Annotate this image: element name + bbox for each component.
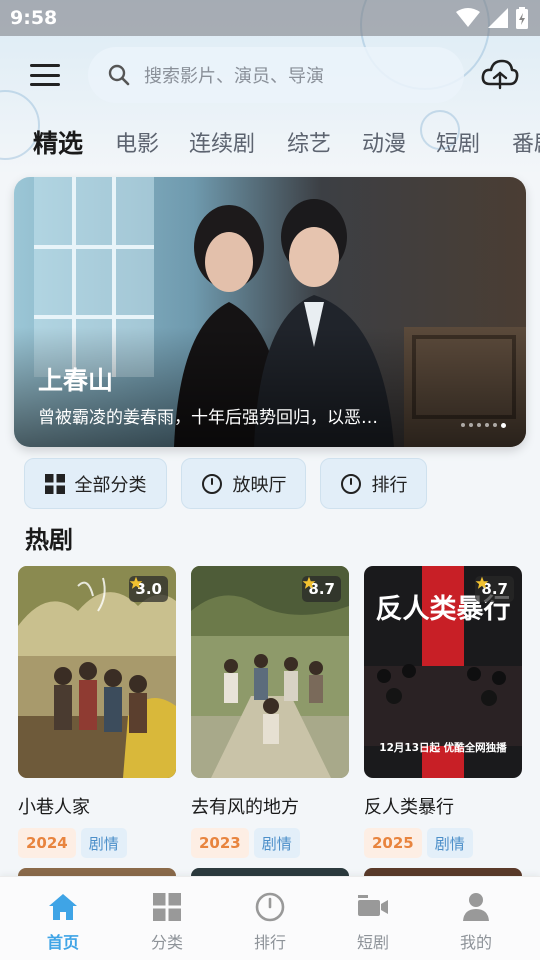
video-icon <box>358 895 388 916</box>
carousel-dot[interactable] <box>477 423 481 427</box>
wifi-icon <box>456 8 480 27</box>
clock-icon <box>255 892 285 922</box>
all-categories-label: 全部分类 <box>74 474 147 496</box>
tab-variety[interactable]: 综艺 <box>287 126 331 158</box>
tab-bangumi[interactable]: 番剧 <box>512 126 540 158</box>
tab-series[interactable]: 连续剧 <box>189 126 255 158</box>
section-title: 热剧 <box>25 526 73 554</box>
cloud-icon <box>481 59 519 90</box>
home-icon <box>49 894 77 920</box>
clock-icon <box>340 473 361 494</box>
drama-card[interactable]: 8.7 去有风的地方 2023 剧情 <box>191 566 349 858</box>
drama-poster[interactable]: 8.7 <box>191 566 349 778</box>
nav-profile[interactable]: 我的 <box>422 877 530 960</box>
rating-badge: 3.0 <box>129 576 168 602</box>
banner-description: 曾被霸凌的姜春雨，十年后强势回归，以恶… <box>38 408 378 428</box>
nav-profile-label: 我的 <box>459 933 492 952</box>
menu-icon <box>30 64 60 67</box>
all-categories-button[interactable]: 全部分类 <box>24 458 167 509</box>
user-icon <box>463 893 489 921</box>
screening-hall-button[interactable]: 放映厅 <box>181 458 306 509</box>
drama-card[interactable]: 反人类暴行 12月13日起 优酷全网独播 8.7 反人类暴行 2025 剧情 <box>364 566 522 858</box>
star-icon <box>303 576 316 589</box>
nav-category[interactable]: 分类 <box>113 877 221 960</box>
search-placeholder: 搜索影片、演员、导演 <box>144 66 324 87</box>
drama-title[interactable]: 反人类暴行 <box>364 793 522 819</box>
nav-ranking-label: 排行 <box>253 933 286 952</box>
ranking-label: 排行 <box>371 474 408 496</box>
status-bar: 9:58 <box>0 0 540 36</box>
drama-title[interactable]: 去有风的地方 <box>191 793 349 819</box>
bottom-navigation: 首页 分类 排行 短剧 我的 <box>0 876 540 960</box>
carousel-dot[interactable] <box>485 423 489 427</box>
carousel-dot[interactable] <box>469 423 473 427</box>
carousel-dot[interactable] <box>493 423 497 427</box>
nav-ranking[interactable]: 排行 <box>216 877 324 960</box>
nav-short-drama[interactable]: 短剧 <box>319 877 427 960</box>
genre-tag: 剧情 <box>253 828 300 858</box>
year-tag: 2023 <box>191 828 249 858</box>
signal-icon <box>488 8 508 28</box>
genre-tag: 剧情 <box>426 828 473 858</box>
drama-poster[interactable]: 3.0 <box>18 566 176 778</box>
drama-title[interactable]: 小巷人家 <box>18 793 176 819</box>
clock-icon <box>201 473 222 494</box>
star-icon <box>476 576 489 589</box>
tab-featured[interactable]: 精选 <box>33 126 83 160</box>
app-header: 搜索影片、演员、导演 <box>0 44 540 106</box>
drama-card[interactable]: 3.0 小巷人家 2024 剧情 <box>18 566 176 858</box>
ranking-button[interactable]: 排行 <box>320 458 427 509</box>
grid-icon <box>153 893 181 921</box>
battery-icon <box>516 7 528 29</box>
nav-home[interactable]: 首页 <box>9 877 117 960</box>
year-tag: 2025 <box>364 828 422 858</box>
tab-anime[interactable]: 动漫 <box>362 126 406 158</box>
carousel-dot-active[interactable] <box>501 422 506 428</box>
menu-button[interactable] <box>30 64 60 86</box>
search-icon <box>108 64 130 86</box>
grid-icon <box>44 473 65 494</box>
tab-movies[interactable]: 电影 <box>115 126 159 158</box>
rating-badge: 8.7 <box>302 576 341 602</box>
featured-banner[interactable]: 上春山 曾被霸凌的姜春雨，十年后强势回归，以恶… <box>14 177 526 447</box>
rating-badge: 8.7 <box>475 576 514 602</box>
screening-hall-label: 放映厅 <box>232 474 287 496</box>
cloud-button[interactable] <box>480 56 520 92</box>
banner-title: 上春山 <box>38 366 114 395</box>
poster-caption: 12月13日起 优酷全网独播 <box>379 741 507 754</box>
nav-home-label: 首页 <box>46 933 79 952</box>
status-time: 9:58 <box>10 7 58 29</box>
star-icon <box>130 576 143 589</box>
genre-tag: 剧情 <box>80 828 127 858</box>
search-bar[interactable]: 搜索影片、演员、导演 <box>88 47 464 103</box>
year-tag: 2024 <box>18 828 76 858</box>
carousel-indicator <box>461 422 506 428</box>
tab-short-drama[interactable]: 短剧 <box>436 126 480 158</box>
category-tabs: 精选 电影 连续剧 综艺 动漫 短剧 番剧 <box>0 126 540 166</box>
nav-category-label: 分类 <box>150 933 183 952</box>
carousel-dot[interactable] <box>461 423 465 427</box>
drama-poster[interactable]: 反人类暴行 12月13日起 优酷全网独播 8.7 <box>364 566 522 778</box>
nav-short-drama-label: 短剧 <box>356 933 389 952</box>
